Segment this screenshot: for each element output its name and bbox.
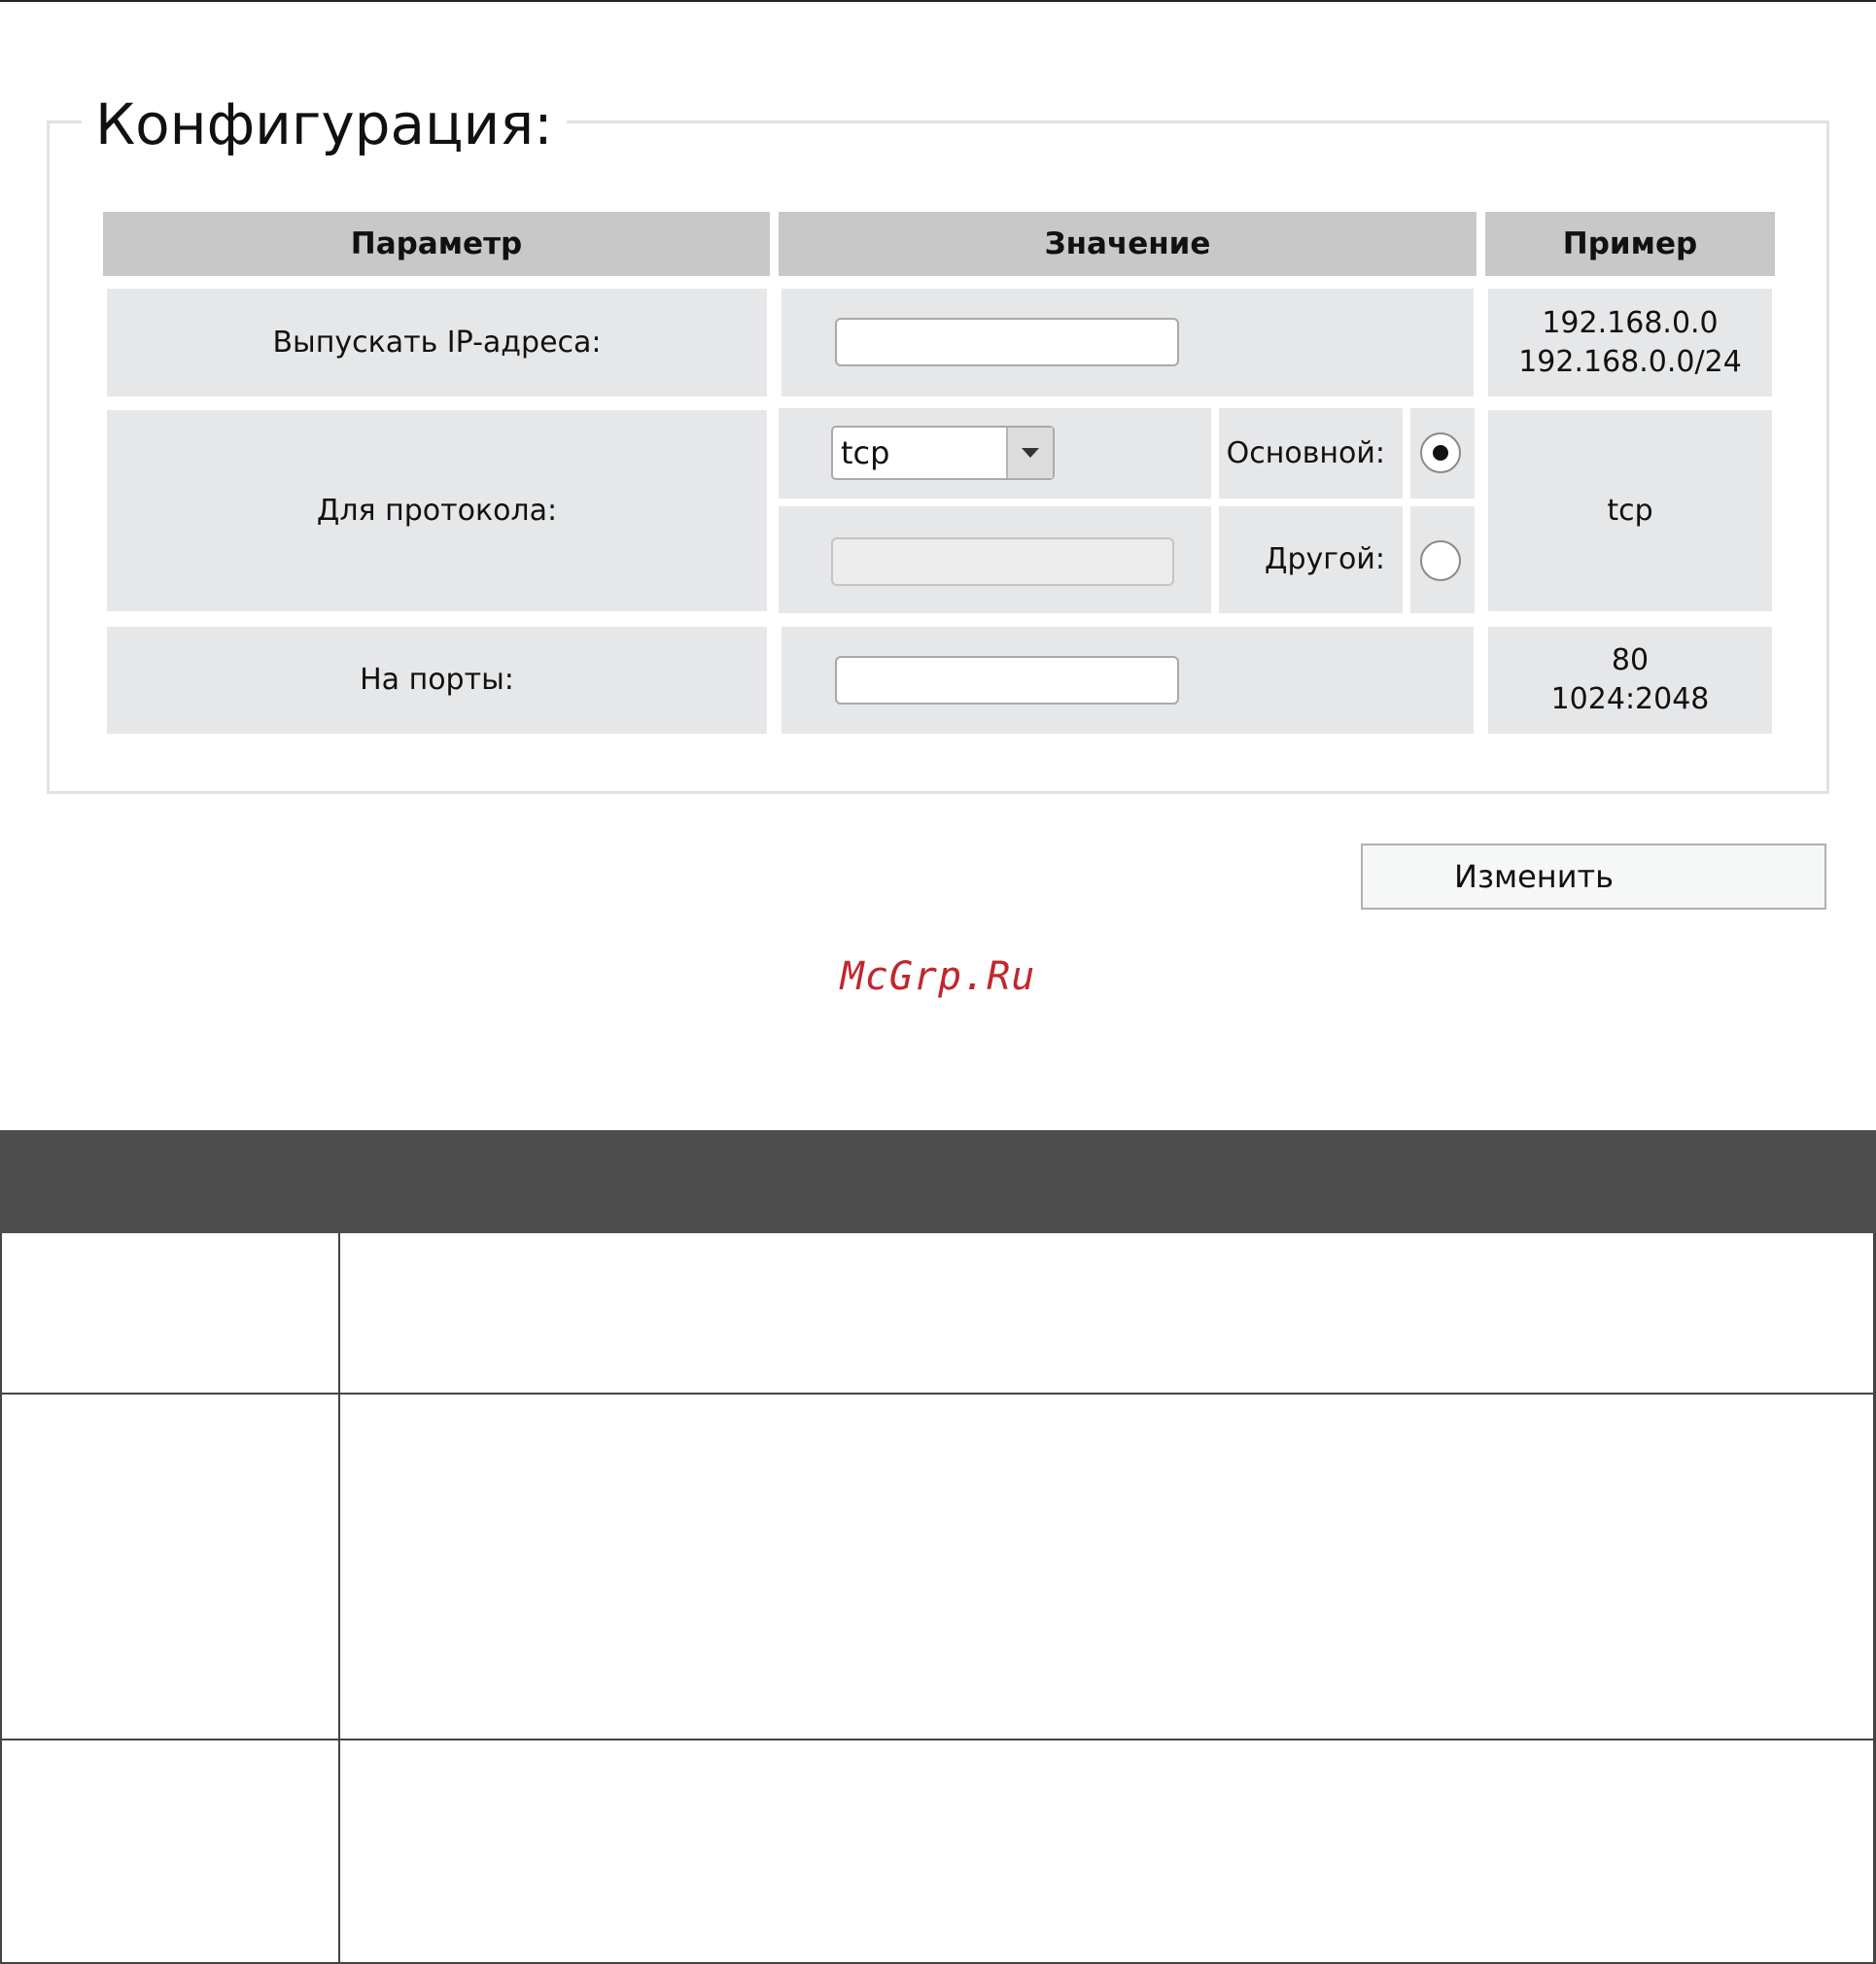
protocol-select[interactable]: tcp (831, 426, 1055, 480)
ip-label: Выпускать IP-адреса: (272, 325, 602, 360)
protocol-label-cell: Для протокола: (107, 410, 767, 611)
primary-protocol-radio[interactable] (1420, 432, 1461, 473)
doc-table (0, 1233, 1876, 1964)
ip-example-cell: 192.168.0.0 192.168.0.0/24 (1488, 289, 1772, 396)
ip-example-1: 192.168.0.0 (1542, 305, 1719, 340)
ports-example-2: 1024:2048 (1550, 682, 1710, 716)
other-label-cell: Другой: (1219, 506, 1403, 613)
header-value: Значение (779, 212, 1476, 276)
change-button[interactable]: Изменить (1361, 844, 1826, 910)
watermark: McGrp.Ru (840, 954, 1036, 999)
primary-label-cell: Основной: (1219, 408, 1403, 499)
doc-table-header (0, 1130, 1876, 1233)
doc-row-term (0, 1233, 340, 1393)
doc-row (0, 1233, 1876, 1395)
ports-label: На порты: (360, 663, 514, 697)
chevron-down-icon[interactable] (1006, 428, 1053, 478)
doc-row (0, 1395, 1876, 1740)
primary-label: Основной: (1226, 435, 1385, 470)
header-example: Пример (1485, 212, 1775, 276)
doc-table-left-border (0, 1233, 2, 1964)
doc-row-term (0, 1395, 340, 1739)
other-label: Другой: (1265, 542, 1385, 576)
protocol-example-cell: tcp (1488, 410, 1772, 611)
protocol-example: tcp (1607, 493, 1653, 528)
ports-example-1: 80 (1611, 643, 1650, 677)
doc-row (0, 1740, 1876, 1964)
ip-address-input[interactable] (835, 318, 1179, 366)
ports-label-cell: На порты: (107, 627, 767, 734)
protocol-select-value: tcp (841, 434, 890, 471)
config-title: Конфигурация: (82, 86, 567, 163)
doc-row-term (0, 1740, 340, 1962)
ports-example-cell: 80 1024:2048 (1488, 627, 1772, 734)
protocol-label: Для протокола: (316, 493, 558, 528)
ip-label-cell: Выпускать IP-адреса: (107, 289, 767, 396)
other-protocol-input[interactable] (831, 537, 1174, 586)
other-protocol-radio[interactable] (1420, 540, 1461, 581)
ports-input[interactable] (835, 656, 1179, 705)
ip-example-2: 192.168.0.0/24 (1518, 344, 1742, 379)
header-param: Параметр (103, 212, 770, 276)
top-rule (0, 0, 1876, 2)
